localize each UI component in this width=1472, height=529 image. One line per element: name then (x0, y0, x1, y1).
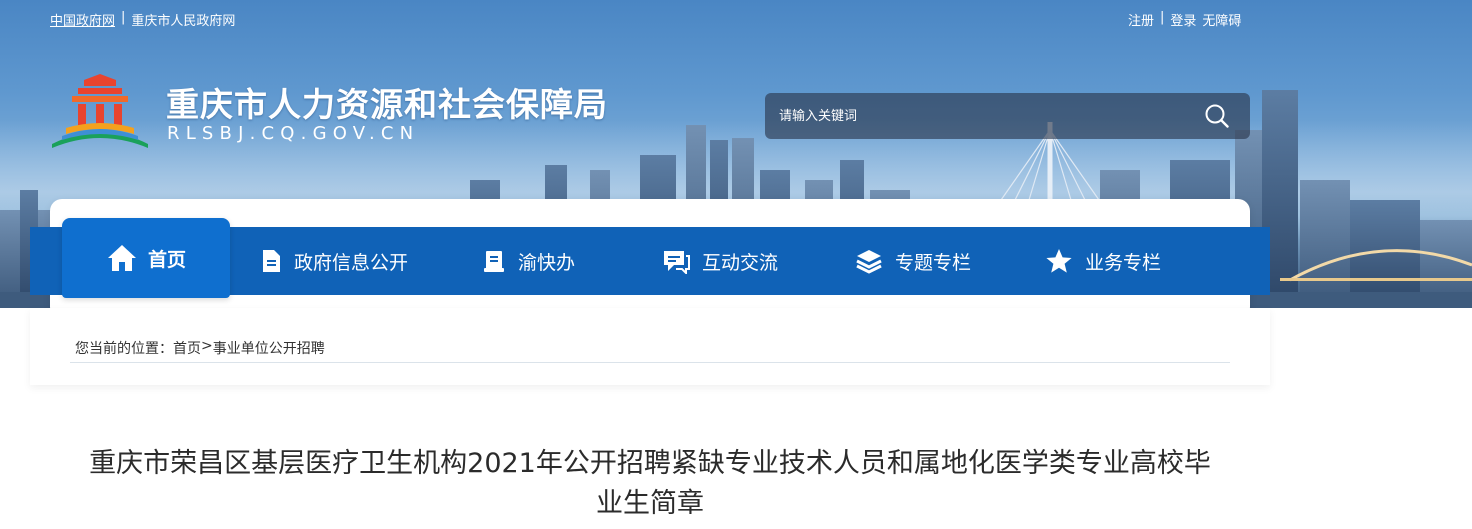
search-icon[interactable] (1204, 103, 1230, 129)
divider: | (1160, 10, 1165, 25)
home-icon (107, 245, 136, 271)
nav-item-business[interactable]: 业务专栏 (1045, 227, 1161, 295)
nav-item-label: 专题专栏 (895, 251, 972, 274)
breadcrumb-current-link[interactable]: 事业单位公开招聘 (213, 338, 325, 358)
document-icon (263, 250, 280, 272)
top-links-right: 注册 | 登录 无障碍 (1128, 10, 1241, 29)
divider: | (121, 10, 126, 25)
nav-item-label: 首页 (147, 248, 186, 271)
register-link[interactable]: 注册 (1128, 10, 1154, 29)
site-domain: RLSBJ.CQ.GOV.CN (167, 123, 420, 144)
breadcrumb-divider (70, 362, 1230, 363)
accessibility-link[interactable]: 无障碍 (1202, 10, 1241, 29)
nav-item-label: 渝快办 (518, 251, 576, 274)
breadcrumb: 您当前的位置： 首页 > 事业单位公开招聘 (75, 338, 325, 358)
nav-item-label: 互动交流 (702, 251, 779, 274)
search-bar (765, 93, 1250, 139)
login-link[interactable]: 登录 (1170, 10, 1196, 29)
nav-item-special-topics[interactable]: 专题专栏 (855, 227, 971, 295)
breadcrumb-home-link[interactable]: 首页 (173, 338, 201, 358)
chat-icon (664, 251, 690, 274)
link-china-gov[interactable]: 中国政府网 (50, 10, 115, 29)
nav-item-yukuaiban[interactable]: 渝快办 (482, 227, 575, 295)
nav-item-gov-info[interactable]: 政府信息公开 (260, 227, 408, 295)
article-title: 重庆市荣昌区基层医疗卫生机构2021年公开招聘紧缺专业技术人员和属地化医学类专业… (89, 448, 1211, 519)
site-logo[interactable] (48, 72, 152, 150)
search-input[interactable] (779, 105, 1179, 127)
link-chongqing-gov[interactable]: 重庆市人民政府网 (131, 10, 235, 29)
breadcrumb-separator: > (201, 338, 213, 354)
breadcrumb-prefix: 您当前的位置： (75, 341, 173, 357)
layers-icon (856, 250, 882, 274)
nav-item-label: 业务专栏 (1085, 251, 1162, 274)
nav-item-home[interactable]: 首页 (62, 218, 230, 298)
top-links-left: 中国政府网 | 重庆市人民政府网 (50, 10, 235, 29)
star-icon (1046, 249, 1072, 273)
nav-item-label: 政府信息公开 (294, 251, 409, 274)
nav-item-interaction[interactable]: 互动交流 (662, 227, 778, 295)
clipboard-icon (484, 251, 504, 272)
site-title: 重庆市人力资源和社会保障局 (166, 85, 608, 124)
